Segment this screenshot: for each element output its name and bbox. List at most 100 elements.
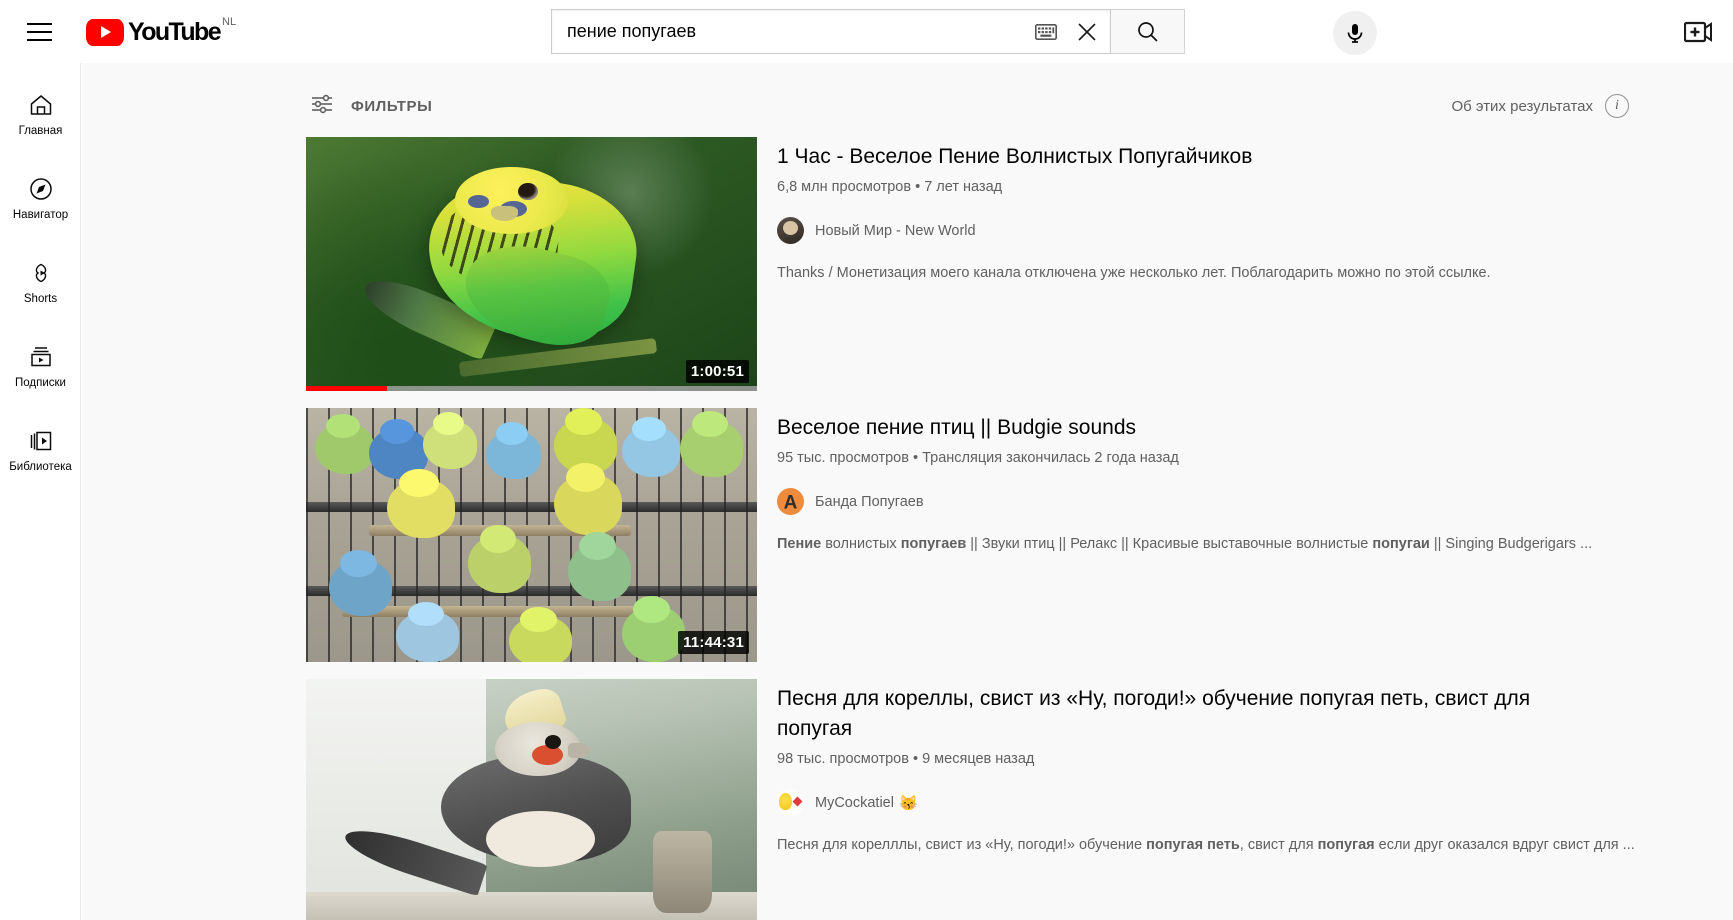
video-title[interactable]: 1 Час - Веселое Пение Волнистых Попугайч… [777, 142, 1607, 172]
channel-row[interactable]: A Банда Попугаев [777, 488, 1681, 515]
video-duration-badge: 1:00:51 [685, 360, 749, 383]
about-results-label: Об этих результатах [1451, 97, 1593, 115]
clear-search-icon[interactable] [1070, 15, 1104, 49]
create-video-button[interactable] [1679, 15, 1719, 49]
video-thumbnail[interactable]: 11:44:31 [306, 408, 757, 662]
hamburger-line [26, 30, 52, 33]
description-text: волнистых [821, 536, 901, 552]
home-icon [28, 92, 54, 118]
channel-row[interactable]: Новый Мир - New World [777, 217, 1681, 244]
view-count: 98 тыс. просмотров [777, 751, 909, 767]
video-description: Песня для корелллы, свист из «Ну, погоди… [777, 835, 1657, 855]
video-metadata: Веселое пение птиц || Budgie sounds 95 т… [757, 408, 1681, 662]
decorative-shape [680, 420, 744, 477]
left-sidebar: Главная Навигатор Shorts Подписки Библио… [0, 63, 81, 920]
upload-age: 7 лет назад [924, 179, 1003, 195]
avatar: A [777, 488, 804, 515]
channel-name[interactable]: MyCockatiel [815, 795, 894, 811]
decorative-shape [468, 535, 532, 594]
avatar [777, 217, 804, 244]
channel-emoji: 😽 [898, 794, 918, 812]
watch-progress-fill [306, 386, 388, 391]
search-area [551, 9, 1185, 54]
hamburger-line [26, 22, 52, 25]
voice-search-button[interactable] [1333, 11, 1377, 55]
results-column: ФИЛЬТРЫ Об этих результатах i 1:00:51 1 … [306, 63, 1681, 920]
sidebar-item-label: Навигатор [12, 209, 69, 221]
decorative-shape [387, 479, 455, 538]
sidebar-item-label: Библиотека [9, 461, 72, 473]
library-icon [28, 428, 54, 454]
view-count: 95 тыс. просмотров [777, 450, 909, 466]
decorative-shape [508, 616, 573, 662]
stats-separator: • [915, 179, 921, 195]
video-description: Thanks / Монетизация моего канала отключ… [777, 265, 1491, 281]
youtube-logo[interactable]: YouTube NL [86, 15, 237, 46]
search-icon [1137, 21, 1158, 42]
avatar-glyph: A [783, 492, 798, 514]
view-count: 6,8 млн просмотров [777, 179, 912, 195]
sidebar-item-library[interactable]: Библиотека [0, 409, 81, 493]
sidebar-item-subscriptions[interactable]: Подписки [0, 325, 81, 409]
region-code-label: NL [222, 15, 237, 28]
video-title[interactable]: Песня для кореллы, свист из «Ну, погоди!… [777, 684, 1607, 744]
search-results-panel: ФИЛЬТРЫ Об этих результатах i 1:00:51 1 … [82, 63, 1733, 920]
sidebar-item-home[interactable]: Главная [0, 73, 81, 157]
stats-separator: • [912, 751, 919, 767]
decorative-shape [468, 195, 489, 209]
results-toolbar: ФИЛЬТРЫ Об этих результатах i [306, 63, 1681, 137]
subscriptions-icon [28, 344, 54, 370]
video-duration-badge: 11:44:31 [678, 631, 749, 654]
sidebar-item-shorts[interactable]: Shorts [0, 241, 81, 325]
sidebar-item-label: Shorts [23, 293, 58, 305]
microphone-icon [1347, 24, 1363, 43]
decorative-shape [554, 474, 622, 535]
upload-age: 9 месяцев назад [922, 751, 1035, 767]
decorative-shape [423, 420, 478, 469]
video-stats: 98 тыс. просмотров • 9 месяцев назад [777, 751, 1681, 767]
top-navigation-bar: YouTube NL [0, 0, 1733, 63]
channel-row[interactable]: MyCockatiel 😽 [777, 789, 1681, 816]
shorts-icon [28, 260, 54, 286]
keyboard-icon[interactable] [1034, 20, 1058, 44]
thumbnail-image [306, 679, 757, 920]
about-results-button[interactable]: Об этих результатах i [1451, 94, 1681, 118]
filters-label: ФИЛЬТРЫ [351, 97, 433, 115]
video-title[interactable]: Веселое пение птиц || Budgie sounds [777, 413, 1607, 443]
search-result-item: Песня для кореллы, свист из «Ну, погоди!… [306, 679, 1681, 920]
hamburger-menu-icon[interactable] [17, 10, 61, 54]
decorative-shape [567, 742, 591, 758]
decorative-shape [490, 205, 518, 221]
video-stats: 6,8 млн просмотров • 7 лет назад [777, 179, 1681, 195]
description-text: || Звуки птиц || Релакс || Красивые выст… [966, 536, 1373, 552]
video-stats: 95 тыс. просмотров • Трансляция закончил… [777, 450, 1681, 466]
video-description: Пение волнистых попугаев || Звуки птиц |… [777, 534, 1657, 554]
channel-name[interactable]: Новый Мир - New World [815, 223, 976, 239]
youtube-logo-text: YouTube [128, 17, 222, 46]
decorative-shape [567, 542, 631, 602]
upload-age: Трансляция закончилась 2 года назад [922, 450, 1179, 466]
decorative-shape [621, 425, 681, 477]
sidebar-item-explore[interactable]: Навигатор [0, 157, 81, 241]
search-input[interactable] [567, 21, 1034, 42]
description-text: если друг оказался вдруг свист для ... [1374, 837, 1635, 853]
search-box[interactable] [551, 9, 1111, 54]
decorative-shape [486, 430, 541, 480]
decorative-shape [545, 734, 562, 749]
description-text: || Singing Budgerigars ... [1429, 536, 1593, 552]
video-metadata: Песня для кореллы, свист из «Ну, погоди!… [757, 679, 1681, 920]
decorative-shape [342, 606, 658, 618]
hamburger-line [26, 38, 52, 41]
search-submit-button[interactable] [1111, 9, 1185, 54]
info-icon: i [1605, 94, 1629, 118]
decorative-shape [621, 606, 685, 662]
description-highlight: попугаи [1372, 536, 1430, 552]
channel-name[interactable]: Банда Попугаев [815, 494, 924, 510]
sidebar-item-label: Главная [18, 125, 63, 137]
description-highlight: Пение [777, 536, 822, 552]
youtube-play-icon [86, 18, 124, 46]
decorative-shape [653, 831, 712, 913]
filters-button[interactable]: ФИЛЬТРЫ [306, 86, 436, 127]
video-thumbnail[interactable] [306, 679, 757, 920]
video-thumbnail[interactable]: 1:00:51 [306, 137, 757, 391]
